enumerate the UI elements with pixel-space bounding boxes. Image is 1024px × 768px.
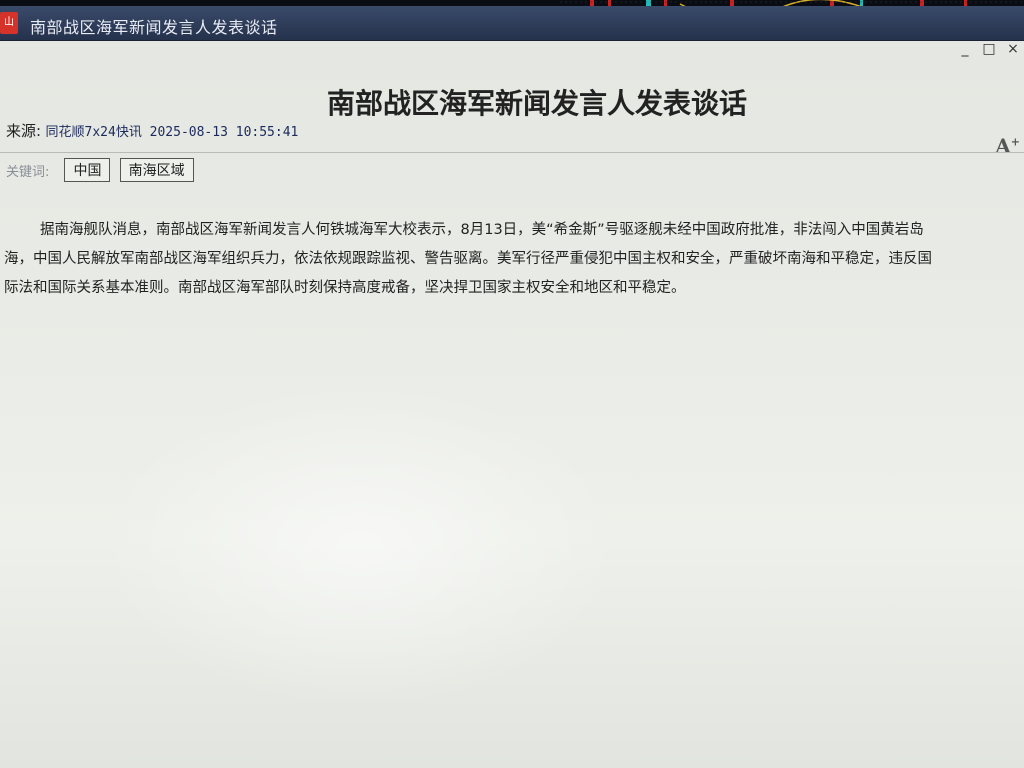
minimize-button[interactable]: _: [954, 40, 976, 58]
maximize-button[interactable]: □: [978, 40, 1000, 58]
app-logo-icon: 山: [0, 12, 18, 34]
font-size-icon: A: [995, 134, 1011, 158]
window-titlebar: 山 南部战区海军新闻发言人发表谈话: [0, 6, 1024, 41]
article-title: 南部战区海军新闻发言人发表谈话: [326, 87, 747, 120]
article-paragraph-line: 海，中国人民解放军南部战区海军组织兵力，依法依规跟踪监视、警告驱离。美军行径严重…: [4, 251, 932, 267]
article-content: 南部战区海军新闻发言人发表谈话 来源: 同花顺7x24快讯 2025-08-13…: [0, 60, 1024, 768]
keyword-tag-south-china-sea[interactable]: 南海区域: [119, 158, 194, 182]
keywords-label: 关键词:: [6, 164, 50, 180]
font-size-plus-icon: +: [1010, 135, 1020, 149]
article-meta: 来源: 同花顺7x24快讯 2025-08-13 10:55:41: [6, 120, 298, 141]
article-body: 据南海舰队消息，南部战区海军新闻发言人何铁城海军大校表示，8月13日，美“希金斯…: [4, 216, 1024, 303]
window-controls: _ □ ×: [954, 40, 1024, 60]
article-paragraph-line: 据南海舰队消息，南部战区海军新闻发言人何铁城海军大校表示，8月13日，美“希金斯…: [40, 222, 924, 238]
article-paragraph-line: 际法和国际关系基本准则。南部战区海军部队时刻保持高度戒备，坚决捍卫国家主权安全和…: [4, 280, 686, 296]
keyword-tag-china[interactable]: 中国: [64, 158, 111, 182]
source-value: 同花顺7x24快讯 2025-08-13 10:55:41: [45, 125, 299, 140]
screen: 山 南部战区海军新闻发言人发表谈话 _ □ × 南部战区海军新闻发言人发表谈话 …: [0, 0, 1024, 768]
window-title: 南部战区海军新闻发言人发表谈话: [30, 18, 278, 37]
font-size-increase-button[interactable]: A+: [995, 134, 1020, 158]
header-divider: [0, 152, 1024, 153]
close-button[interactable]: ×: [1002, 40, 1024, 58]
keywords-row: 关键词: 中国 南海区域: [6, 158, 198, 184]
source-label: 来源:: [6, 122, 42, 140]
